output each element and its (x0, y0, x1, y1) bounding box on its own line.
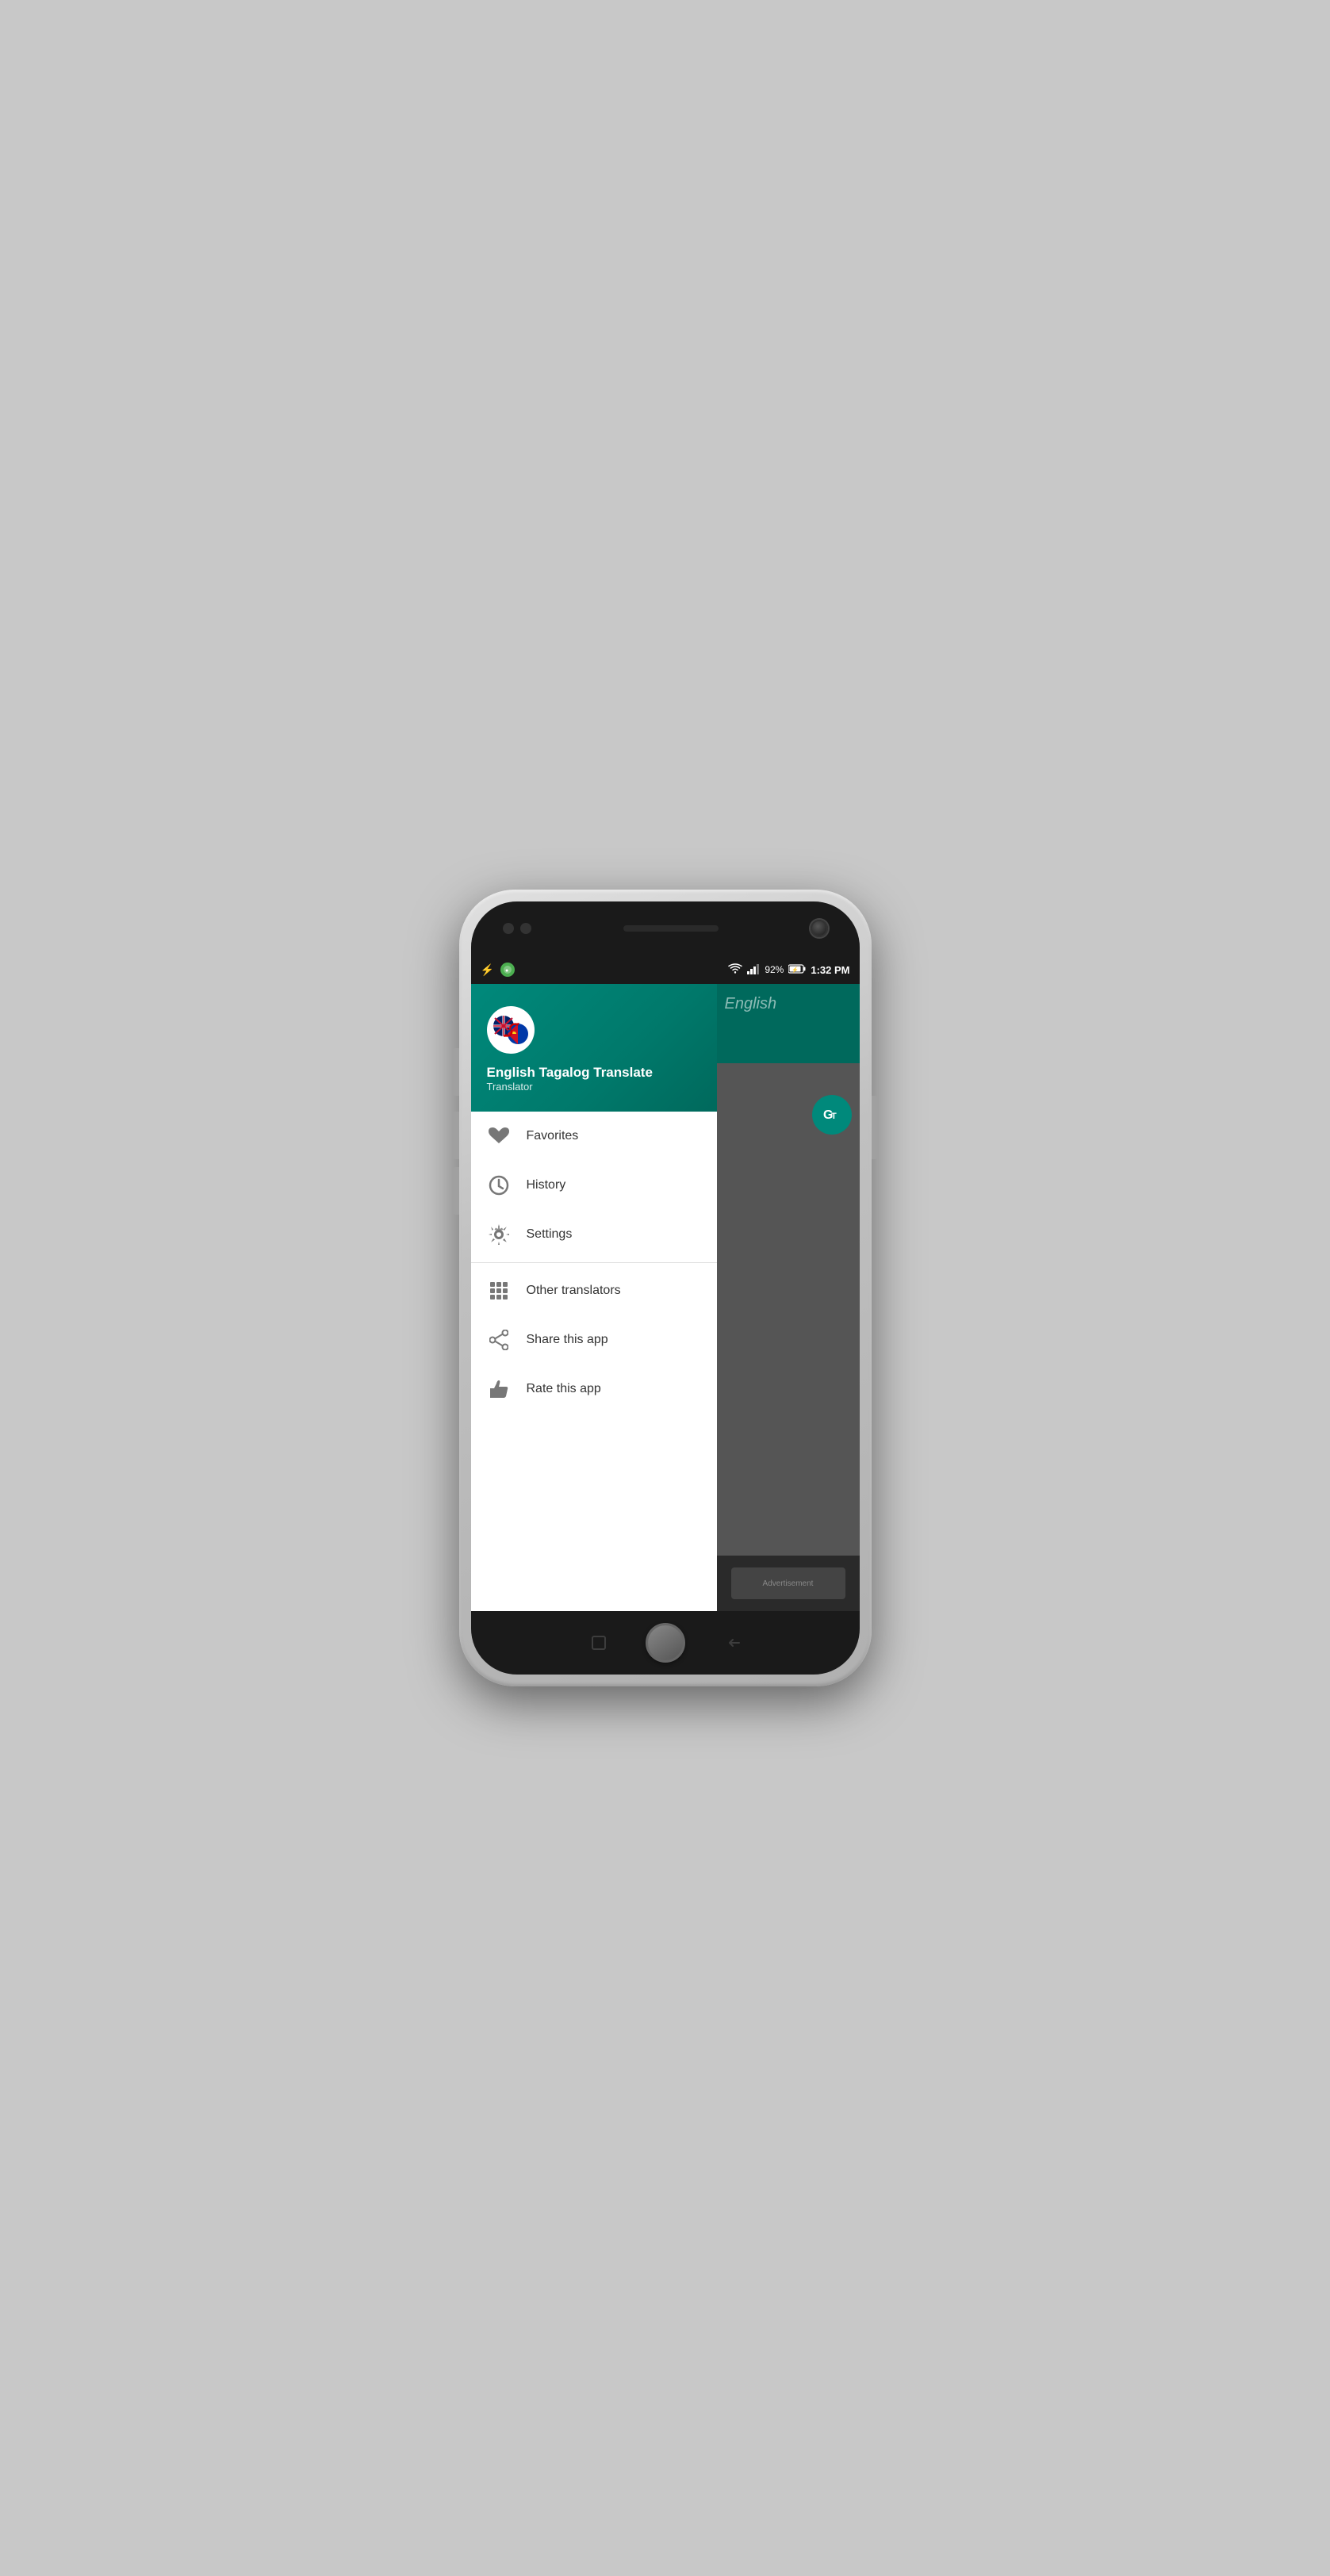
app-title: English Tagalog Translate (487, 1065, 701, 1081)
svg-text:T: T (831, 1112, 837, 1121)
camera (811, 920, 828, 937)
battery-icon: ⚡ (788, 964, 806, 976)
status-bar: ⚡ ● (471, 955, 860, 984)
menu-divider (471, 1262, 717, 1263)
drawer-header: English Tagalog Translate Translator (471, 984, 717, 1112)
speaker-dots (503, 923, 531, 934)
clock-icon (487, 1173, 511, 1197)
battery-percent: 92% (765, 964, 784, 975)
svg-text:⚡: ⚡ (791, 966, 799, 973)
home-button[interactable] (646, 1623, 685, 1663)
other-translators-label: Other translators (527, 1284, 621, 1298)
primary-menu: Favorites History (471, 1112, 717, 1259)
usb-icon: ⚡ (481, 963, 494, 977)
share-label: Share this app (527, 1333, 608, 1347)
back-button[interactable] (725, 1636, 739, 1650)
app-subtitle: Translator (487, 1081, 701, 1093)
svg-text:●: ● (505, 968, 508, 974)
secondary-menu: Other translators S (471, 1266, 717, 1414)
screen-content: English Tagalog Translate Translator (471, 984, 860, 1611)
speaker-dot-1 (503, 923, 514, 934)
phone-inner: ⚡ ● (471, 901, 860, 1675)
grid-icon (487, 1279, 511, 1303)
speaker-dot-2 (520, 923, 531, 934)
navigation-drawer: English Tagalog Translate Translator (471, 984, 717, 1611)
ad-banner: Advertisement (717, 1556, 860, 1611)
menu-item-share[interactable]: Share this app (471, 1315, 717, 1365)
recent-apps-button[interactable] (592, 1636, 606, 1650)
favorites-label: Favorites (527, 1129, 579, 1143)
menu-item-favorites[interactable]: Favorites (471, 1112, 717, 1161)
speaker-grille-bar (623, 925, 719, 932)
signal-icon (747, 963, 760, 977)
menu-item-settings[interactable]: Settings (471, 1210, 717, 1259)
bottom-bezel (471, 1611, 860, 1675)
heart-icon (487, 1124, 511, 1148)
menu-item-rate[interactable]: Rate this app (471, 1365, 717, 1414)
bg-teal-header: English (717, 984, 860, 1063)
wifi-icon (728, 963, 742, 977)
share-icon (487, 1328, 511, 1352)
rate-label: Rate this app (527, 1382, 601, 1396)
app-logo (487, 1006, 535, 1054)
phone-frame: ⚡ ● (459, 890, 872, 1686)
menu-item-other-translators[interactable]: Other translators (471, 1266, 717, 1315)
menu-item-history[interactable]: History (471, 1161, 717, 1210)
speaker-grille (531, 921, 811, 936)
history-label: History (527, 1178, 566, 1192)
app-icon-small: ● (500, 963, 515, 977)
app-info: English Tagalog Translate Translator (487, 1065, 701, 1093)
top-bezel (471, 901, 860, 955)
settings-label: Settings (527, 1227, 573, 1242)
status-right-icons: 92% ⚡ 1:32 PM (728, 963, 849, 977)
background-content: English G T Advertisement (717, 984, 860, 1611)
bg-language-label: English (717, 984, 860, 1024)
thumbsup-icon (487, 1377, 511, 1401)
translate-fab[interactable]: G T (812, 1095, 852, 1135)
gear-icon (487, 1223, 511, 1246)
screen: ⚡ ● (471, 955, 860, 1611)
time-display: 1:32 PM (811, 964, 849, 976)
status-left-icons: ⚡ ● (481, 963, 515, 977)
